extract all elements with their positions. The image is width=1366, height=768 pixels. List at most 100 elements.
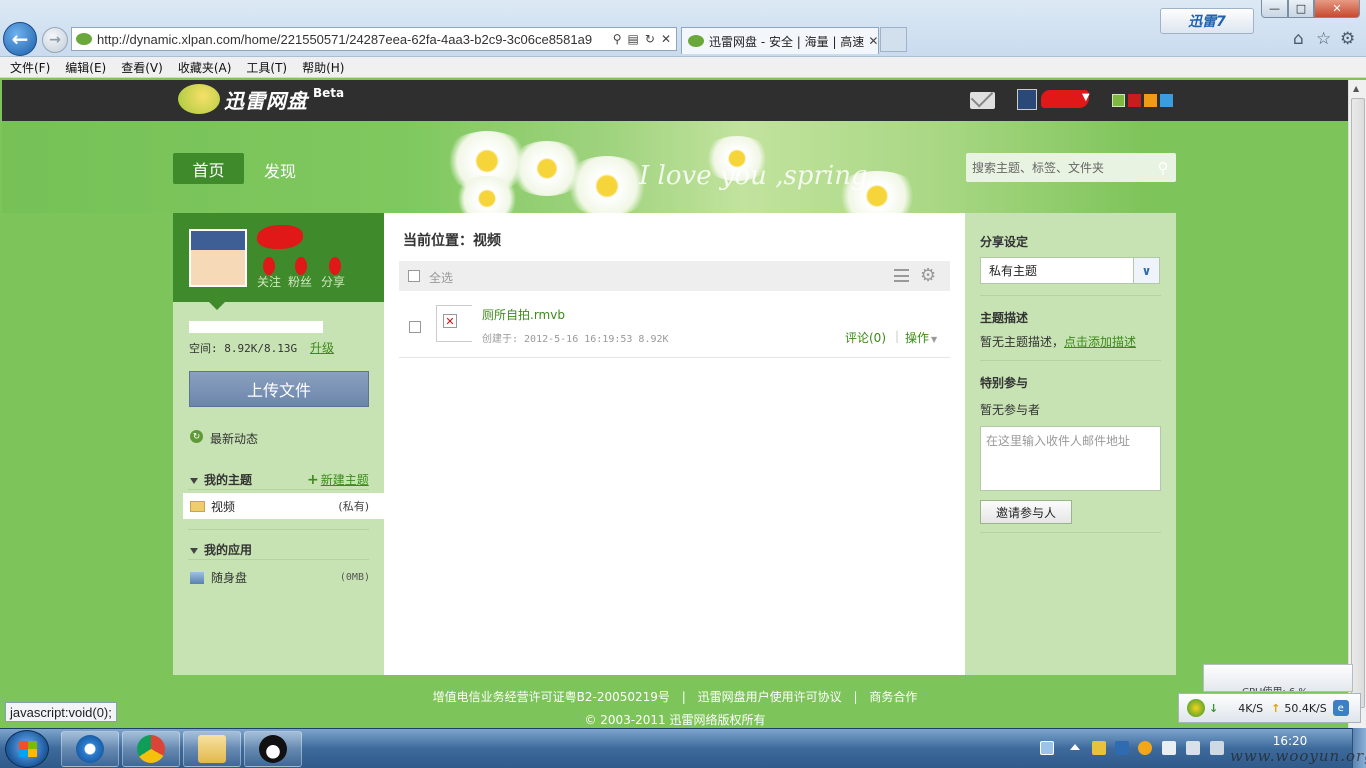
menu-edit[interactable]: 编辑(E) <box>65 59 106 76</box>
upload-file-button[interactable]: 上传文件 <box>189 371 369 407</box>
quota-text: 空间: 8.92K/8.13G <box>189 342 298 355</box>
tray-app-icon[interactable] <box>1162 741 1176 755</box>
maximize-button[interactable]: □ <box>1288 0 1314 18</box>
broken-image-icon: ✕ <box>443 314 457 328</box>
table-row[interactable]: ✕ 厕所自拍.rmvb 创建于: 2012-5-16 16:19:53 8.92… <box>399 293 950 358</box>
collapse-triangle-icon <box>190 477 198 484</box>
start-button[interactable] <box>5 730 49 768</box>
menu-file[interactable]: 文件(F) <box>10 59 50 76</box>
minimize-button[interactable]: — <box>1261 0 1288 18</box>
tools-gear-icon[interactable]: ⚙ <box>1340 29 1355 49</box>
compat-view-icon[interactable]: ▤ <box>628 32 639 46</box>
refresh-news-icon: ↻ <box>190 430 203 443</box>
select-all-checkbox[interactable] <box>408 270 420 282</box>
my-apps-header[interactable]: 我的应用 <box>190 541 252 558</box>
menu-view[interactable]: 查看(V) <box>121 59 163 76</box>
search-icon[interactable]: ⚲ <box>613 32 622 46</box>
latest-news-link[interactable]: 最新动态 <box>210 430 258 447</box>
topic-name: 视频 <box>211 499 236 514</box>
close-window-button[interactable]: ✕ <box>1314 0 1360 18</box>
banner-slogan: I love you ,spring <box>639 161 868 191</box>
follow-stat[interactable]: 关注 <box>257 273 281 290</box>
nav-tab-discover[interactable]: 发现 <box>264 158 296 182</box>
theme-swatch-red[interactable] <box>1128 94 1141 107</box>
vertical-scrollbar[interactable]: ▲ ▼ <box>1348 80 1366 728</box>
taskbar-ie[interactable] <box>61 731 119 767</box>
address-url[interactable]: http://dynamic.xlpan.com/home/221550571/… <box>97 32 608 47</box>
license-link[interactable]: 增值电信业务经营许可证粤B2-20050219号 <box>433 690 670 704</box>
user-avatar-small[interactable] <box>1017 89 1037 110</box>
site-search-input[interactable]: 搜索主题、标签、文件夹 ⚲ <box>966 153 1176 182</box>
theme-swatch-green[interactable] <box>1112 94 1125 107</box>
file-name-link[interactable]: 厕所自拍.rmvb <box>482 306 565 323</box>
banner: I love you ,spring 首页 发现 搜索主题、标签、文件夹 ⚲ <box>2 121 1348 221</box>
qq-penguin-icon <box>259 735 287 763</box>
xunlei-badge-label: 迅雷7 <box>1188 14 1226 30</box>
menu-tools[interactable]: 工具(T) <box>246 59 287 76</box>
list-toolbar: 全选 ⚙ <box>399 261 950 291</box>
address-bar[interactable]: http://dynamic.xlpan.com/home/221550571/… <box>71 27 677 51</box>
menu-favorites[interactable]: 收藏夹(A) <box>178 59 232 76</box>
home-icon[interactable]: ⌂ <box>1293 29 1304 49</box>
my-topics-header[interactable]: 我的主题 <box>190 471 252 488</box>
menu-help[interactable]: 帮助(H) <box>302 59 344 76</box>
speed-widget[interactable]: ↓ 4K/S ↑ 50.4K/S e <box>1178 693 1361 723</box>
avatar[interactable] <box>189 229 247 287</box>
nav-tab-home[interactable]: 首页 <box>173 153 244 184</box>
forward-button[interactable]: → <box>42 27 68 53</box>
stop-icon[interactable]: ✕ <box>661 32 671 46</box>
tray-expand-icon[interactable] <box>1070 744 1080 750</box>
site-logo[interactable]: 迅雷网盘 Beta <box>178 84 344 114</box>
share-mode-select[interactable]: 私有主题 ∨ <box>980 257 1160 284</box>
back-button[interactable]: ← <box>3 22 37 56</box>
tray-app-icon[interactable] <box>1115 741 1129 755</box>
scroll-up-icon[interactable]: ▲ <box>1353 84 1359 93</box>
taskbar-explorer[interactable] <box>183 731 241 767</box>
business-link[interactable]: 商务合作 <box>869 690 917 704</box>
search-icon[interactable]: ⚲ <box>1150 157 1176 179</box>
taskbar-chrome[interactable] <box>122 731 180 767</box>
browser-tab[interactable]: 迅雷网盘 - 安全 | 海量 | 高速 ✕ <box>681 27 879 54</box>
sidebar-item-portable-drive[interactable]: 随身盘 (0MB) <box>190 569 370 586</box>
ie-small-icon[interactable]: e <box>1332 700 1349 716</box>
scrollbar-thumb[interactable] <box>1351 98 1365 708</box>
fans-stat[interactable]: 粉丝 <box>288 273 312 290</box>
theme-swatch-orange[interactable] <box>1144 94 1157 107</box>
sidebar-item-topic-video[interactable]: 视频 (私有) <box>183 493 384 519</box>
tray-app-icon[interactable] <box>1040 741 1054 755</box>
search-placeholder: 搜索主题、标签、文件夹 <box>972 161 1105 175</box>
clock[interactable]: 16:20 <box>1260 734 1320 748</box>
upgrade-link[interactable]: 升级 <box>310 339 334 356</box>
my-apps-label: 我的应用 <box>204 543 253 557</box>
profile-card: 关注 粉丝 分享 <box>173 213 384 302</box>
select-all-label[interactable]: 全选 <box>429 269 453 286</box>
invite-participant-button[interactable]: 邀请参与人 <box>980 500 1072 524</box>
gear-icon[interactable]: ⚙ <box>920 265 936 286</box>
favorites-star-icon[interactable]: ☆ <box>1316 29 1331 49</box>
theme-swatch-blue[interactable] <box>1160 94 1173 107</box>
redacted-profile-name <box>257 225 303 249</box>
operations-dropdown[interactable]: 操作 ▼ <box>905 329 937 346</box>
file-checkbox[interactable] <box>409 321 421 333</box>
xunlei-toolbar-button[interactable]: 迅雷7 <box>1160 8 1254 34</box>
topic-privacy-tag: (私有) <box>338 500 369 513</box>
tray-network-icon[interactable] <box>1186 741 1200 755</box>
list-view-icon[interactable] <box>894 269 909 282</box>
user-menu-caret-icon[interactable]: ▼ <box>1082 92 1090 103</box>
tray-shield-icon[interactable] <box>1092 741 1106 755</box>
taskbar-qq[interactable] <box>244 731 302 767</box>
share-stat[interactable]: 分享 <box>321 273 345 290</box>
chevron-down-icon[interactable]: ∨ <box>1133 258 1159 283</box>
tray-qq-icon[interactable] <box>1138 741 1152 755</box>
new-topic-link[interactable]: + 新建主题 <box>307 471 369 488</box>
tab-close-icon[interactable]: ✕ <box>868 34 878 48</box>
invite-email-input[interactable]: 在这里输入收件人邮件地址 <box>980 426 1161 491</box>
add-description-link[interactable]: 点击添加描述 <box>1064 335 1136 349</box>
tray-volume-icon[interactable] <box>1210 741 1224 755</box>
comment-link[interactable]: 评论(0) <box>845 329 886 346</box>
refresh-icon[interactable]: ↻ <box>645 32 655 46</box>
file-thumbnail[interactable]: ✕ <box>436 305 472 342</box>
user-agreement-link[interactable]: 迅雷网盘用户使用许可协议 <box>698 690 842 704</box>
new-tab-button[interactable] <box>880 27 907 52</box>
mail-icon[interactable] <box>970 92 995 109</box>
